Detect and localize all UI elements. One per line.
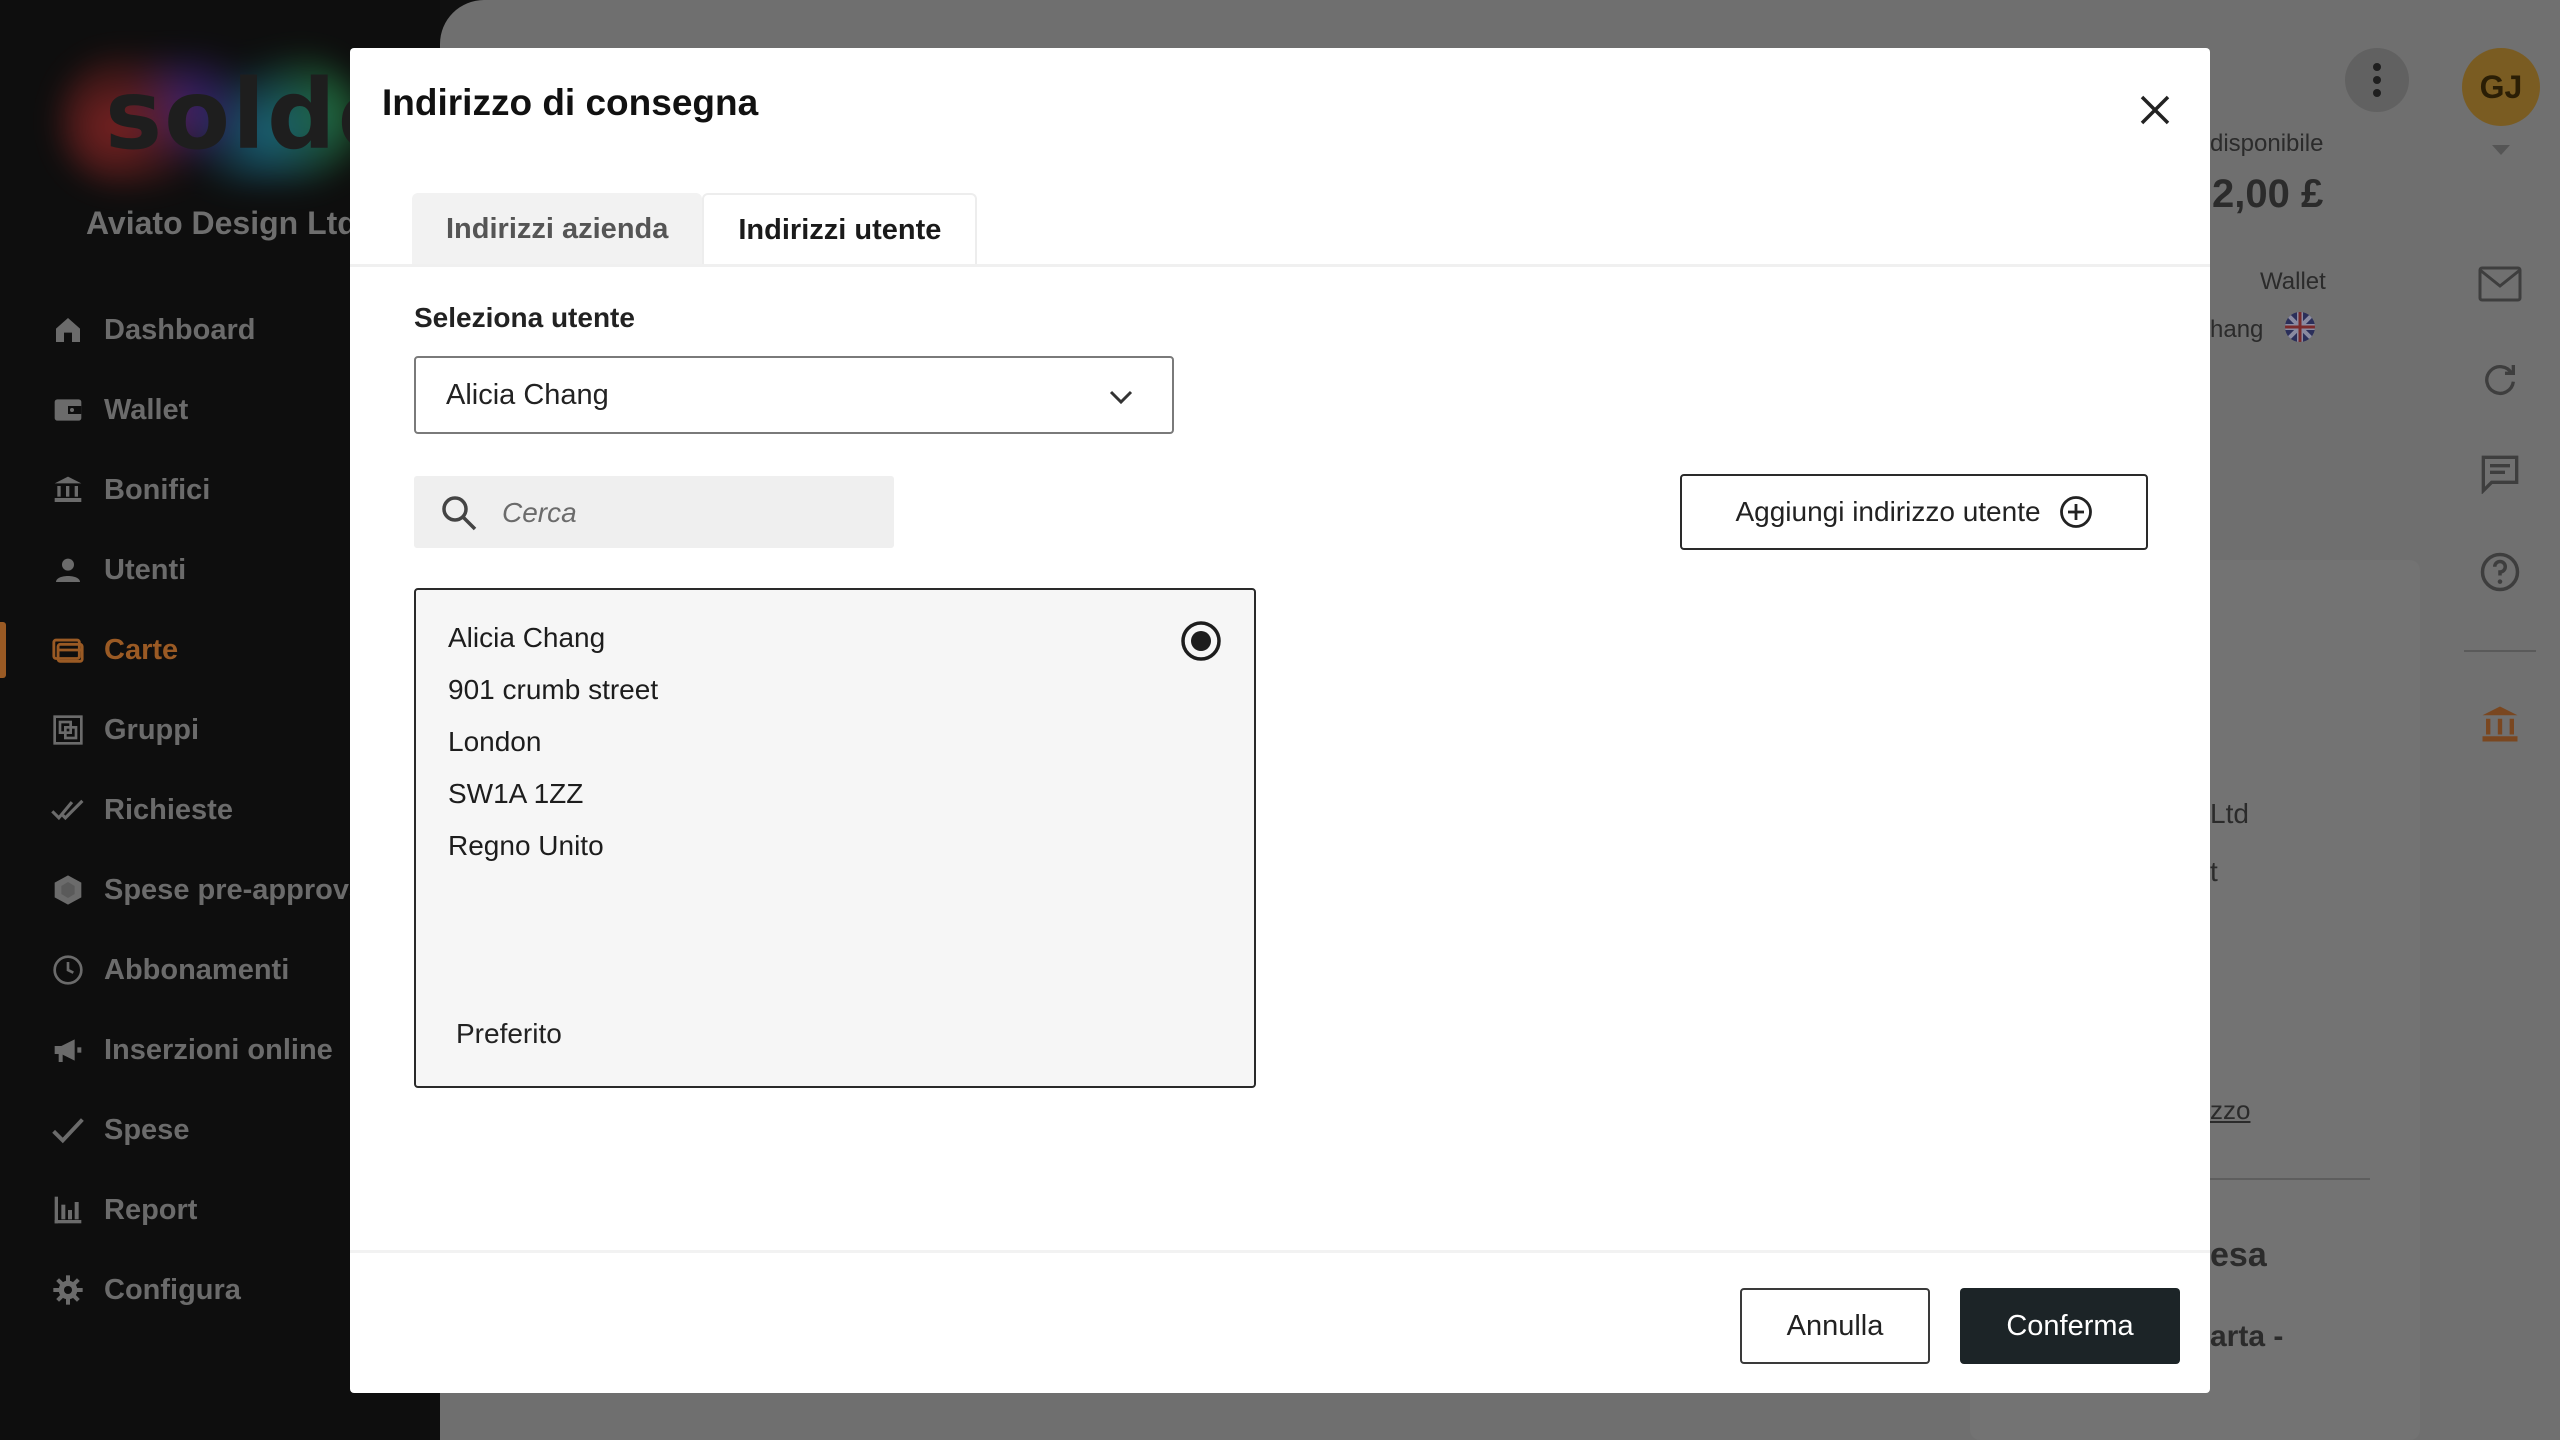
address-radio-selected[interactable] [1180,620,1222,662]
groups-icon [50,712,86,748]
address-card[interactable]: Alicia Chang 901 crumb street London SW1… [414,588,1256,1088]
hexagon-icon [50,872,86,908]
preferred-tag: Preferito [456,1018,562,1049]
wallet-icon [50,392,86,428]
help-icon[interactable] [2476,548,2524,596]
sidebar-item-label: Spese [104,1113,190,1146]
selected-user: Alicia Chang [446,378,609,411]
sidebar-item-label: Wallet [104,393,189,426]
sidebar-item-label: Inserzioni online [104,1033,333,1066]
address-name: Alicia Chang [448,622,606,653]
address-tabs: Indirizzi azienda Indirizzi utente [412,193,978,265]
address-postcode: SW1A 1ZZ [448,778,584,809]
sidebar-item-label: Carte [104,633,179,666]
address-country: Regno Unito [448,830,604,861]
bg-heading-fragment: esa [2210,1236,2267,1274]
tab-company-addresses[interactable]: Indirizzi azienda [412,193,703,265]
user-select[interactable]: Alicia Chang [414,356,1174,434]
gear-icon [50,1272,86,1308]
add-user-address-button[interactable]: Aggiungi indirizzo utente [1680,474,2148,550]
bank-icon[interactable] [2476,700,2524,748]
sidebar-item-label: Abbonamenti [104,953,290,986]
bg-card-fragment: arta - [2210,1320,2284,1353]
user-icon [50,552,86,588]
sidebar-item-label: Configura [104,1273,241,1306]
avatar[interactable]: GJ [2462,48,2540,126]
home-icon [50,312,86,348]
plus-circle-icon [2059,496,2092,528]
right-rail [2440,0,2560,1440]
card-icon [50,632,86,668]
available-amount: 2,00 £ [2212,172,2324,216]
sidebar-item-label: Richieste [104,793,233,826]
chat-icon[interactable] [2476,450,2524,498]
bg-t-fragment: t [2210,856,2218,887]
cancel-button[interactable]: Annulla [1740,1288,1930,1364]
delivery-address-modal: Indirizzo di consegna Indirizzi azienda … [350,48,2210,1393]
address-street: 901 crumb street [448,674,659,705]
add-user-address-label: Aggiungi indirizzo utente [1735,496,2041,527]
available-label: disponibile [2210,130,2324,157]
chevron-down-icon [1109,390,1133,405]
refresh-icon[interactable] [2476,356,2524,404]
confirm-button[interactable]: Conferma [1960,1288,2180,1364]
modal-title: Indirizzo di consegna [382,82,759,123]
tab-user-addresses[interactable]: Indirizzi utente [702,193,978,265]
select-user-label: Seleziona utente [414,302,635,333]
sidebar-item-label: Gruppi [104,713,200,746]
clock-icon [50,952,86,988]
megaphone-icon [50,1032,86,1068]
bar-chart-icon [50,1192,86,1228]
avatar-chevron-icon[interactable] [2492,145,2510,155]
check-icon [50,1112,86,1148]
bg-link-fragment: zzo [2210,1095,2251,1125]
mail-icon[interactable] [2476,260,2524,308]
bank-transfer-icon [50,472,86,508]
wallet-label: Wallet [2260,268,2326,295]
company-name: Aviato Design Ltd [86,205,357,241]
address-city: London [448,726,542,757]
sidebar-item-label: Dashboard [104,313,256,346]
bg-ltd-fragment: Ltd [2210,798,2249,829]
sidebar-item-label: Report [104,1193,198,1226]
wallet-owner: hang [2210,316,2264,343]
double-check-icon [50,792,86,828]
search-input[interactable] [500,490,874,536]
soldo-logo: soldo [60,55,404,185]
sidebar-item-label: Spese pre-approvate [104,873,391,906]
more-options-button[interactable] [2345,48,2409,112]
sidebar-item-label: Bonifici [104,473,211,506]
sidebar-item-label: Utenti [104,553,187,586]
uk-flag-icon [2285,312,2315,342]
close-icon [2140,95,2170,125]
search-icon [442,496,477,531]
search-field[interactable] [414,476,894,548]
close-button[interactable] [2125,80,2185,140]
